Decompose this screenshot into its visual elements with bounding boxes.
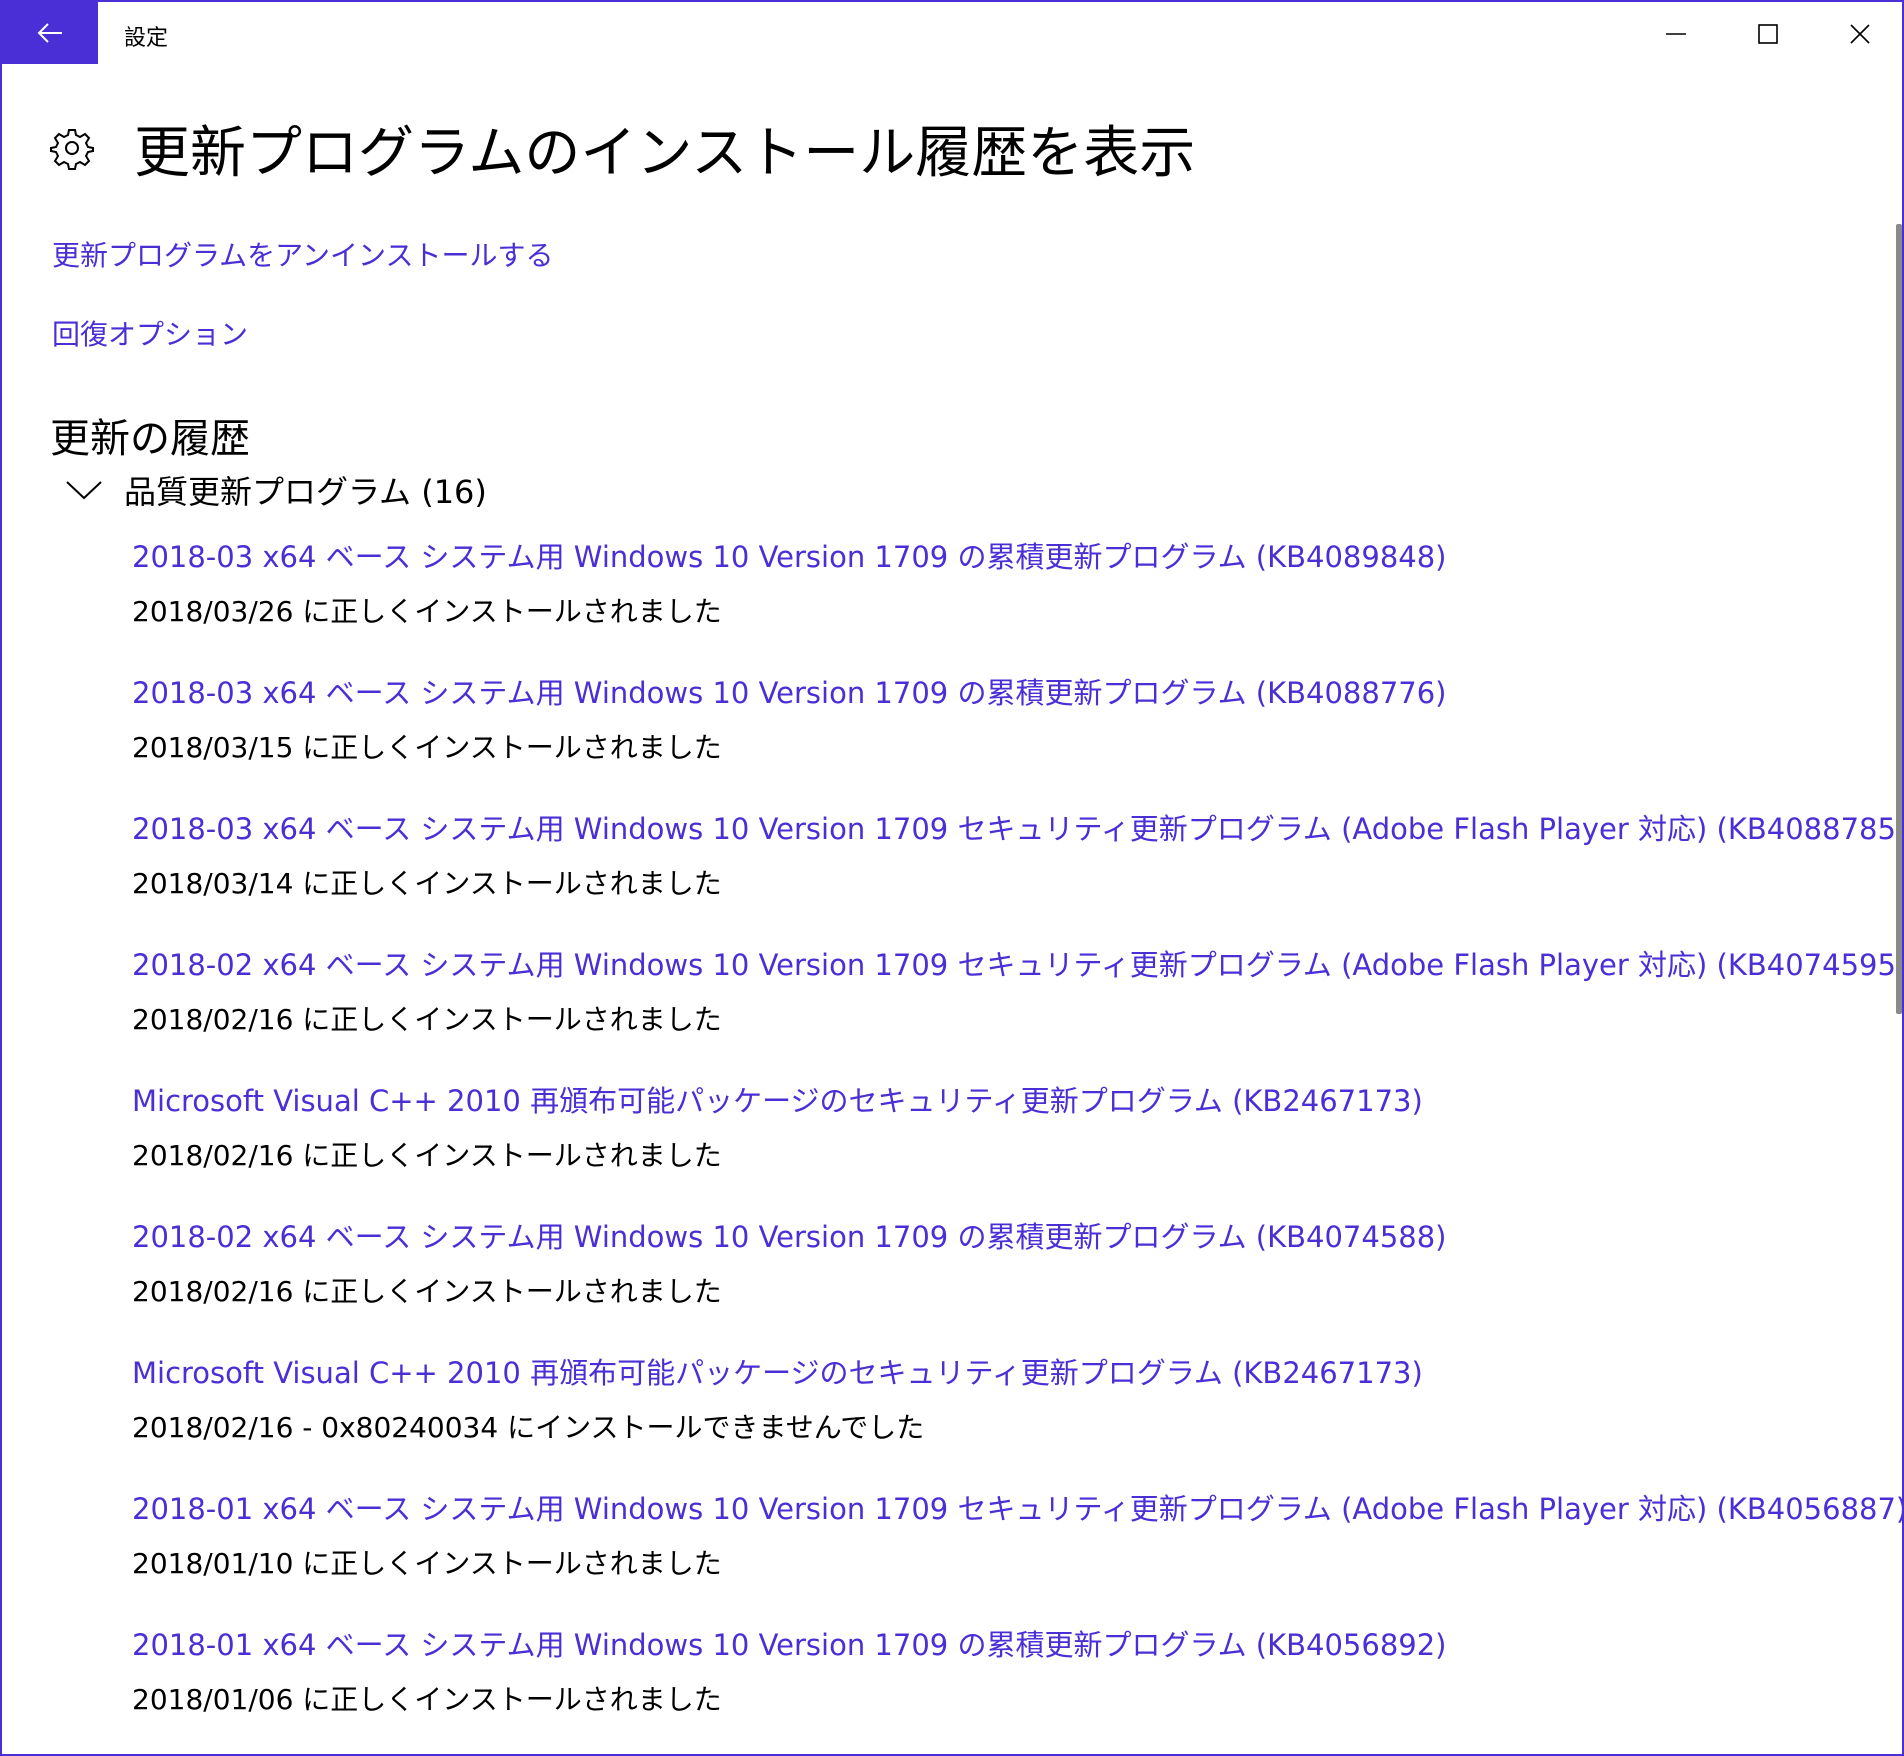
list-item: 2018-01 x64 ベース システム用 Windows 10 Version…	[132, 1622, 1832, 1754]
update-status: 2018/01/06 に正しくインストールされました	[132, 1683, 722, 1716]
maximize-button[interactable]	[1722, 2, 1814, 66]
update-title-link[interactable]: 2018-03 x64 ベース システム用 Windows 10 Version…	[132, 670, 1447, 712]
list-item: Microsoft Visual C++ 2010 再頒布可能パッケージのセキュ…	[132, 1078, 1832, 1214]
group-label: 品質更新プログラム (16)	[124, 473, 487, 511]
update-title-link[interactable]: 2018-03 x64 ベース システム用 Windows 10 Version…	[132, 534, 1447, 576]
update-status: 2018/03/26 に正しくインストールされました	[132, 595, 722, 628]
close-button[interactable]	[1814, 2, 1902, 66]
chevron-down-icon	[66, 481, 102, 500]
list-item: 2018-03 x64 ベース システム用 Windows 10 Version…	[132, 806, 1902, 942]
update-title-link[interactable]: 2018-02 x64 ベース システム用 Windows 10 Version…	[132, 942, 1902, 984]
quality-updates-group-toggle[interactable]: 品質更新プログラム (16)	[64, 468, 487, 512]
update-history-list: 2018-03 x64 ベース システム用 Windows 10 Version…	[132, 534, 1902, 1754]
update-title-link[interactable]: Microsoft Visual C++ 2010 再頒布可能パッケージのセキュ…	[132, 1350, 1423, 1392]
minimize-icon	[1666, 33, 1686, 35]
page-title: 更新プログラムのインストール履歴を表示	[134, 120, 1196, 186]
update-status: 2018/02/16 に正しくインストールされました	[132, 1003, 722, 1036]
title-bar: 設定	[2, 2, 1902, 66]
vertical-scrollbar[interactable]	[1896, 224, 1902, 1014]
recovery-options-link[interactable]: 回復オプション	[52, 313, 248, 353]
update-title-link[interactable]: 2018-01 x64 ベース システム用 Windows 10 Version…	[132, 1622, 1447, 1664]
update-title-link[interactable]: 2018-01 x64 ベース システム用 Windows 10 Version…	[132, 1486, 1902, 1528]
maximize-icon	[1758, 24, 1778, 44]
back-arrow-icon	[37, 23, 62, 43]
close-icon	[1850, 24, 1870, 44]
update-status: 2018/01/10 に正しくインストールされました	[132, 1547, 722, 1580]
page-header: 更新プログラムのインストール履歴を表示	[50, 112, 1195, 186]
section-title: 更新の履歴	[50, 416, 250, 462]
list-item: 2018-03 x64 ベース システム用 Windows 10 Version…	[132, 670, 1832, 806]
app-title: 設定	[124, 26, 169, 51]
minimize-button[interactable]	[1630, 2, 1722, 66]
update-title-link[interactable]: 2018-03 x64 ベース システム用 Windows 10 Version…	[132, 806, 1902, 848]
settings-window: 設定 更新プログラムのインストール履歴を表示 更新プログラムをアンインストールす…	[0, 0, 1904, 1756]
list-item: 2018-02 x64 ベース システム用 Windows 10 Version…	[132, 1214, 1832, 1350]
update-title-link[interactable]: 2018-02 x64 ベース システム用 Windows 10 Version…	[132, 1214, 1447, 1256]
back-button[interactable]	[2, 2, 98, 64]
list-item: 2018-02 x64 ベース システム用 Windows 10 Version…	[132, 942, 1902, 1078]
update-status: 2018/02/16 に正しくインストールされました	[132, 1275, 722, 1308]
gear-icon	[50, 129, 94, 170]
update-status: 2018/02/16 - 0x80240034 にインストールできませんでした	[132, 1411, 925, 1444]
list-item: 2018-03 x64 ベース システム用 Windows 10 Version…	[132, 534, 1832, 670]
update-title-link[interactable]: Microsoft Visual C++ 2010 再頒布可能パッケージのセキュ…	[132, 1078, 1423, 1120]
update-status: 2018/02/16 に正しくインストールされました	[132, 1139, 722, 1172]
update-status: 2018/03/14 に正しくインストールされました	[132, 867, 722, 900]
list-item: 2018-01 x64 ベース システム用 Windows 10 Version…	[132, 1486, 1902, 1622]
list-item: Microsoft Visual C++ 2010 再頒布可能パッケージのセキュ…	[132, 1350, 1832, 1486]
uninstall-updates-link[interactable]: 更新プログラムをアンインストールする	[52, 234, 553, 274]
update-status: 2018/03/15 に正しくインストールされました	[132, 731, 722, 764]
